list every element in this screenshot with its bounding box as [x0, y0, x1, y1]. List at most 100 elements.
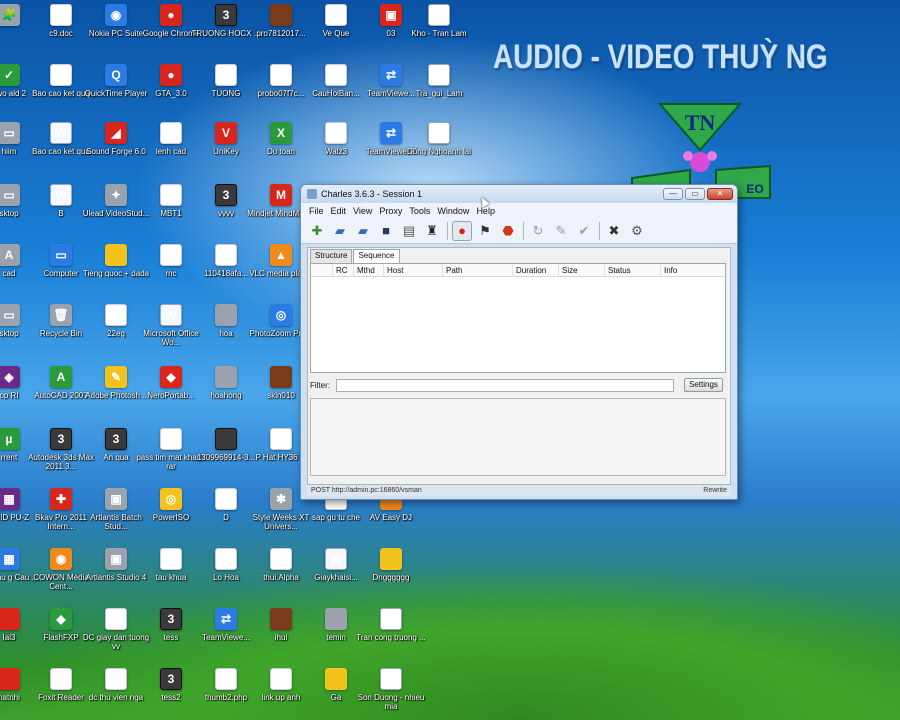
desktop-icon-glyph: A	[50, 366, 72, 388]
menu-view[interactable]: View	[353, 206, 372, 216]
col-rc[interactable]: RC	[333, 264, 354, 276]
stop-icon[interactable]: ⬣	[498, 221, 518, 241]
desktop-icon-label: Tra_gui_Lam	[415, 89, 463, 98]
filter-input[interactable]	[336, 378, 674, 392]
col-path[interactable]: Path	[443, 264, 513, 276]
desktop-icon-glyph: ◈	[0, 366, 20, 388]
toolbar-separator	[599, 221, 600, 240]
desktop-icon[interactable]: ♪ Tra_gui_Lam	[402, 64, 476, 122]
col-duration[interactable]: Duration	[513, 264, 559, 276]
desktop-icon-glyph: ●	[160, 4, 182, 26]
desktop-icon-glyph	[160, 184, 182, 206]
menu-window[interactable]: Window	[437, 206, 469, 216]
find-icon[interactable]: ♜	[422, 221, 442, 241]
desktop-icon-glyph: ♪	[428, 122, 450, 144]
desktop-icon-glyph: ♪	[380, 608, 402, 630]
col-status[interactable]: Status	[605, 264, 661, 276]
menu-bar: File Edit View Proxy Tools Window Help	[301, 203, 737, 218]
desktop-icon-glyph: ◆	[50, 608, 72, 630]
save-icon[interactable]: ■	[376, 221, 396, 241]
desktop-icon-glyph: V	[215, 122, 237, 144]
menu-help[interactable]: Help	[476, 206, 495, 216]
desktop-icon-glyph: ✦	[105, 184, 127, 206]
desktop-icon[interactable]: ♪ Dung Nghoanh lai	[402, 122, 476, 180]
desktop-icon-glyph: 🗑	[50, 304, 72, 326]
close-button[interactable]: ✕	[707, 188, 733, 200]
col-size[interactable]: Size	[559, 264, 605, 276]
minimize-button[interactable]: —	[663, 188, 683, 200]
desktop-icon[interactable]: Dngggggg	[354, 548, 428, 606]
desktop-icon-glyph: ▣	[380, 4, 402, 26]
menu-edit[interactable]: Edit	[331, 206, 347, 216]
desktop-icon-label: AV Easy DJ	[369, 513, 413, 522]
col-method[interactable]: Mthd	[354, 264, 384, 276]
charles-app-icon	[307, 189, 317, 199]
edit-icon[interactable]: ✎	[551, 221, 571, 241]
settings-icon[interactable]: ⚙	[627, 221, 647, 241]
desktop-icon-glyph: ◉	[105, 4, 127, 26]
desktop-icon-label: Son Duong - nhieu mia	[357, 693, 425, 711]
desktop-icon-glyph: Q	[105, 64, 127, 86]
desktop-icon[interactable]: ♪ Tran cong truong ...	[354, 608, 428, 666]
menu-file[interactable]: File	[309, 206, 324, 216]
sequence-table[interactable]: RC Mthd Host Path Duration Size Status I…	[310, 263, 726, 373]
desktop-icon-glyph: ✎	[105, 366, 127, 388]
tab-structure[interactable]: Structure	[310, 249, 353, 263]
validate-icon[interactable]: ✔	[574, 221, 594, 241]
import-icon[interactable]: ▰	[353, 221, 373, 241]
desktop-icon[interactable]: ♪ Son Duong - nhieu mia	[354, 668, 428, 720]
desktop-icon-glyph	[270, 668, 292, 690]
repeat-icon[interactable]: ↻	[528, 221, 548, 241]
status-bar: POST http://admin.pc:16860/vsman Rewrite	[307, 485, 731, 496]
desktop-icon-glyph	[215, 488, 237, 510]
charles-window[interactable]: Charles 3.6.3 - Session 1 — ▭ ✕ File Edi…	[300, 184, 738, 500]
record-icon[interactable]: ●	[452, 220, 472, 241]
tab-sequence[interactable]: Sequence	[353, 249, 400, 263]
desktop-icon-glyph: ♪	[380, 668, 402, 690]
throttle-icon[interactable]: ⚑	[475, 221, 495, 241]
desktop-icon-glyph	[215, 244, 237, 266]
desktop-icon-glyph	[270, 548, 292, 570]
desktop-icon-glyph: W	[160, 304, 182, 326]
desktop-icon-glyph	[50, 64, 72, 86]
desktop-icon-glyph: ◆	[160, 366, 182, 388]
toolbar-separator	[447, 221, 448, 240]
desktop-icon-glyph: ▦	[0, 488, 20, 510]
desktop-icon-glyph: ▣	[105, 548, 127, 570]
desktop-icon-glyph: ◎	[270, 304, 292, 326]
desktop-icon-label: Kho - Tran Lam	[411, 29, 467, 38]
desktop-icon-glyph: ◢	[105, 122, 127, 144]
open-icon[interactable]: ▰	[330, 221, 350, 241]
rewrite-indicator[interactable]: Rewrite	[703, 487, 727, 494]
desktop-icon-glyph: W	[50, 184, 72, 206]
desktop-icon-glyph	[105, 304, 127, 326]
title-bar[interactable]: Charles 3.6.3 - Session 1 — ▭ ✕	[301, 185, 737, 203]
logo-side-text: EO	[746, 182, 763, 196]
desktop-icon-glyph	[325, 64, 347, 86]
menu-proxy[interactable]: Proxy	[379, 206, 402, 216]
col-info[interactable]: Info	[661, 264, 725, 276]
maximize-button[interactable]: ▭	[685, 188, 705, 200]
detail-pane	[310, 398, 726, 476]
clear-icon[interactable]: ▤	[399, 221, 419, 241]
desktop-icon-glyph	[270, 366, 292, 388]
desktop-icon-glyph	[270, 4, 292, 26]
desktop-icon-glyph: W	[325, 548, 347, 570]
desktop-icon-glyph: ✎	[215, 548, 237, 570]
desktop-icon-glyph: 3	[215, 184, 237, 206]
desktop-icon-glyph	[215, 64, 237, 86]
col-host[interactable]: Host	[384, 264, 443, 276]
desktop-icon-glyph	[215, 366, 237, 388]
settings-button[interactable]: Settings	[684, 378, 723, 392]
desktop-icon-glyph: ✚	[50, 488, 72, 510]
desktop-icon[interactable]: ♪ Kho - Tran Lam	[402, 4, 476, 62]
desktop-icon-glyph	[105, 668, 127, 690]
table-header: RC Mthd Host Path Duration Size Status I…	[311, 264, 725, 277]
desktop-icon-glyph	[325, 608, 347, 630]
new-session-icon[interactable]: ✚	[307, 221, 327, 241]
desktop-icon-glyph: ▭	[0, 184, 20, 206]
toolbar: ✚ ▰ ▰ ■ ▤ ♜ ● ⚑ ⬣ ↻ ✎ ✔ ✖ ⚙	[301, 218, 737, 244]
tools-icon[interactable]: ✖	[604, 221, 624, 241]
menu-tools[interactable]: Tools	[409, 206, 430, 216]
desktop-icon-glyph: ✓	[0, 64, 20, 86]
